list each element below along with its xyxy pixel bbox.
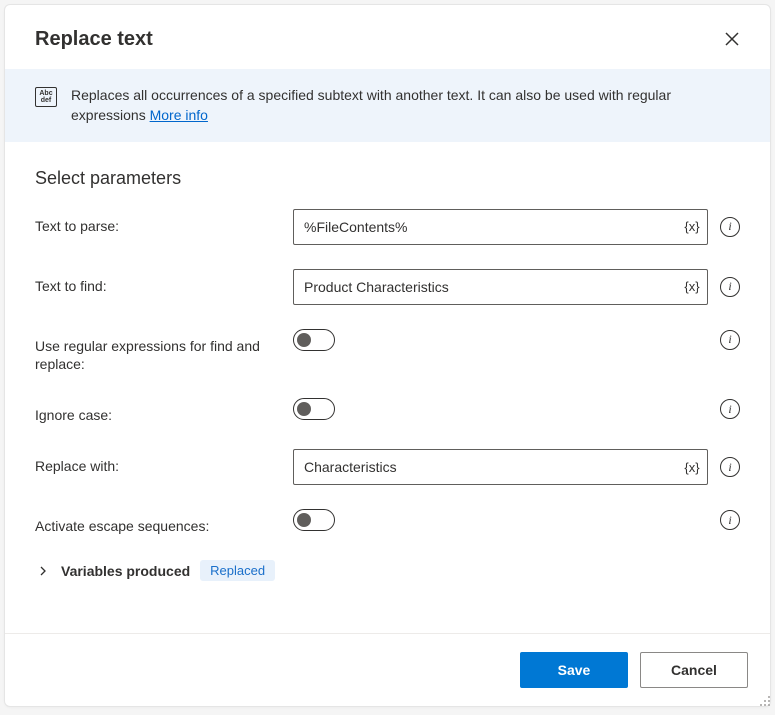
variables-produced-row[interactable]: Variables produced Replaced — [35, 560, 740, 581]
replace-text-icon: Abc def — [35, 87, 57, 107]
field-label: Ignore case: — [35, 398, 285, 425]
info-icon[interactable]: i — [720, 510, 740, 530]
field-text-to-find: Text to find: {x} i — [35, 269, 740, 305]
insert-variable-button[interactable]: {x} — [677, 210, 707, 244]
info-icon[interactable]: i — [720, 277, 740, 297]
field-label: Text to parse: — [35, 209, 285, 236]
field-label: Replace with: — [35, 449, 285, 476]
close-icon — [725, 32, 739, 46]
dialog-title: Replace text — [35, 28, 153, 51]
dialog-content: Select parameters Text to parse: {x} i T… — [5, 142, 770, 633]
cancel-button[interactable]: Cancel — [640, 652, 748, 688]
info-banner: Abc def Replaces all occurrences of a sp… — [5, 69, 770, 142]
variable-badge[interactable]: Replaced — [200, 560, 275, 581]
dialog-header: Replace text — [5, 5, 770, 69]
info-icon[interactable]: i — [720, 399, 740, 419]
field-label: Use regular expressions for find and rep… — [35, 329, 285, 375]
field-use-regex: Use regular expressions for find and rep… — [35, 329, 740, 375]
ignore-case-toggle[interactable] — [293, 398, 335, 420]
replace-text-dialog: Replace text Abc def Replaces all occurr… — [4, 4, 771, 707]
more-info-link[interactable]: More info — [150, 107, 208, 123]
chevron-right-icon — [35, 563, 51, 579]
banner-text: Replaces all occurrences of a specified … — [71, 85, 740, 126]
field-ignore-case: Ignore case: i — [35, 398, 740, 425]
dialog-footer: Save Cancel — [5, 633, 770, 706]
insert-variable-button[interactable]: {x} — [677, 450, 707, 484]
text-to-parse-input[interactable] — [294, 219, 677, 235]
section-title: Select parameters — [35, 168, 740, 189]
use-regex-toggle[interactable] — [293, 329, 335, 351]
info-icon[interactable]: i — [720, 330, 740, 350]
text-to-find-input[interactable] — [294, 279, 677, 295]
field-label: Text to find: — [35, 269, 285, 296]
field-label: Activate escape sequences: — [35, 509, 285, 536]
save-button[interactable]: Save — [520, 652, 628, 688]
info-icon[interactable]: i — [720, 457, 740, 477]
field-replace-with: Replace with: {x} i — [35, 449, 740, 485]
text-input-wrapper: {x} — [293, 269, 708, 305]
close-button[interactable] — [716, 23, 748, 55]
insert-variable-button[interactable]: {x} — [677, 270, 707, 304]
field-escape-sequences: Activate escape sequences: i — [35, 509, 740, 536]
replace-with-input[interactable] — [294, 459, 677, 475]
escape-sequences-toggle[interactable] — [293, 509, 335, 531]
info-icon[interactable]: i — [720, 217, 740, 237]
variables-produced-label: Variables produced — [61, 563, 190, 579]
text-input-wrapper: {x} — [293, 449, 708, 485]
text-input-wrapper: {x} — [293, 209, 708, 245]
field-text-to-parse: Text to parse: {x} i — [35, 209, 740, 245]
